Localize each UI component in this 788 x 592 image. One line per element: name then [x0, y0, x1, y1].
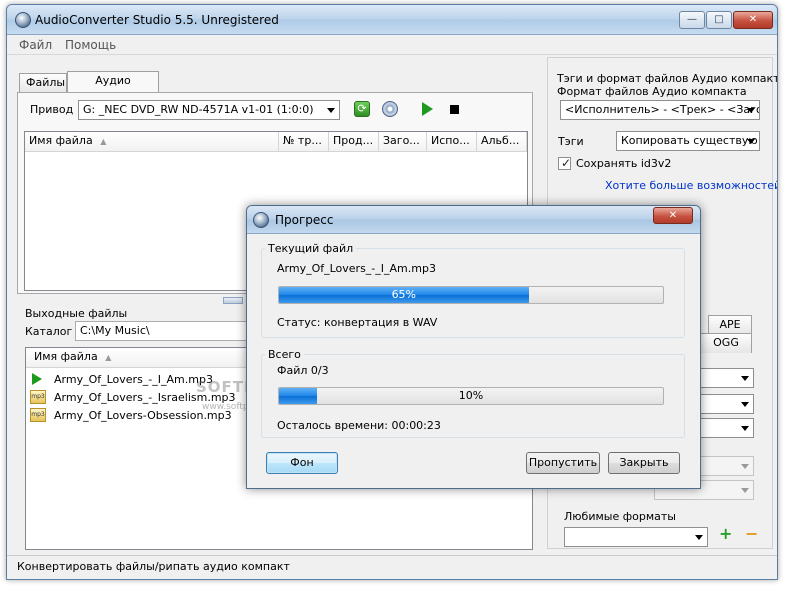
check-icon: ✓ — [561, 156, 572, 170]
close-icon: ✕ — [668, 210, 678, 221]
chevron-down-icon — [741, 488, 749, 493]
menu-file[interactable]: Файл — [19, 38, 52, 52]
favorite-formats-label: Любимые форматы — [564, 510, 676, 523]
cd-icon[interactable] — [382, 101, 398, 117]
tab-files[interactable]: Файлы — [19, 73, 67, 93]
tags-label: Тэги — [558, 135, 584, 148]
column-header-filename[interactable]: Имя файла ▲ — [25, 132, 279, 152]
format-option-select-1[interactable] — [698, 368, 754, 388]
close-dialog-button[interactable]: Закрыть — [608, 452, 680, 474]
dialog-close-button[interactable]: ✕ — [653, 207, 693, 224]
current-file-group-label: Текущий файл — [265, 242, 357, 255]
total-progress-text: 10% — [458, 389, 484, 402]
current-file-progress: 65% — [278, 286, 664, 304]
mp3-icon: mp3 — [30, 408, 46, 422]
minimize-button[interactable]: — — [679, 11, 705, 29]
dialog-title: Прогресс — [275, 213, 334, 227]
total-progress: 10% — [278, 387, 664, 405]
status-text: Конвертировать файлы/рипать аудио компак… — [17, 560, 290, 573]
tab-audio-cd[interactable]: Аудио компакт — [67, 71, 159, 105]
cd-format-heading: Формат файлов Аудио компакта — [557, 85, 747, 98]
chevron-down-icon — [741, 464, 749, 469]
background-button[interactable]: Фон — [266, 452, 338, 474]
menu-help[interactable]: Помощь — [65, 38, 116, 52]
keep-id3-label: Сохранять id3v2 — [576, 157, 672, 170]
play-icon[interactable] — [422, 102, 433, 116]
remove-format-button[interactable]: − — [745, 524, 758, 543]
chevron-down-icon — [747, 139, 755, 144]
splitter-handle[interactable] — [223, 297, 243, 304]
column-header-title[interactable]: Заго... — [379, 132, 427, 152]
column-header-duration[interactable]: Прод... — [329, 132, 379, 152]
mp3-icon: mp3 — [30, 390, 46, 404]
time-remaining: Осталось времени: 00:00:23 — [277, 419, 441, 432]
window-title: AudioConverter Studio 5.5. Unregistered — [35, 13, 279, 27]
sort-up-icon: ▲ — [105, 353, 112, 362]
favorite-formats-select[interactable] — [564, 527, 708, 547]
stop-icon[interactable] — [450, 105, 459, 114]
maximize-button[interactable]: □ — [706, 11, 732, 29]
tags-select[interactable]: Копировать существую — [616, 131, 760, 151]
app-logo-icon — [15, 12, 31, 28]
drive-label: Привод — [30, 103, 74, 116]
progress-dialog: Прогресс ✕ Текущий файл Army_Of_Lovers_-… — [246, 205, 701, 489]
maximize-icon: □ — [714, 14, 724, 25]
sort-up-icon: ▲ — [100, 137, 107, 146]
menu-bar: Файл Помощь — [7, 35, 777, 55]
close-button[interactable]: ✕ — [733, 11, 773, 29]
current-file-name: Army_Of_Lovers_-_I_Am.mp3 — [277, 262, 436, 275]
tags-format-heading: Тэги и формат файлов Аудио компакта — [557, 72, 778, 85]
total-file-count: Файл 0/3 — [277, 364, 329, 377]
column-header-album[interactable]: Альб... — [477, 132, 527, 152]
column-header-track[interactable]: № тр... — [279, 132, 329, 152]
chevron-down-icon — [741, 426, 749, 431]
chevron-down-icon — [695, 535, 703, 540]
chevron-down-icon — [747, 108, 755, 113]
column-header-artist[interactable]: Испо... — [427, 132, 477, 152]
status-bar: Конвертировать файлы/рипать аудио компак… — [7, 555, 777, 579]
close-icon: ✕ — [748, 14, 758, 25]
tab-ape[interactable]: APE — [708, 315, 752, 335]
folder-label: Каталог — [25, 325, 73, 338]
minimize-icon: — — [687, 14, 697, 25]
format-option-select-3[interactable] — [698, 418, 754, 438]
keep-id3-checkbox[interactable]: ✓ — [558, 156, 572, 170]
skip-button[interactable]: Пропустить — [526, 452, 600, 474]
add-format-button[interactable]: + — [719, 524, 732, 543]
title-bar: AudioConverter Studio 5.5. Unregistered … — [7, 5, 777, 35]
output-title: Выходные файлы — [25, 307, 128, 320]
more-features-link[interactable]: Хотите больше возможностей? — [605, 179, 777, 192]
conversion-status: Статус: конвертация в WAV — [277, 316, 438, 329]
format-option-select-4[interactable] — [698, 456, 754, 476]
drive-select-value: G: _NEC DVD_RW ND-4571A v1-01 (1:0:0) — [83, 103, 314, 116]
current-progress-text: 65% — [391, 288, 417, 301]
dialog-title-bar: Прогресс ✕ — [247, 206, 700, 234]
total-group-label: Всего — [265, 348, 304, 361]
play-icon — [32, 373, 42, 385]
tab-ogg[interactable]: OGG — [700, 333, 752, 353]
refresh-icon[interactable]: ⟳ — [354, 101, 370, 117]
name-pattern-select[interactable]: <Исполнитель> - <Трек> - <Заголо — [560, 100, 760, 120]
format-option-select-2[interactable] — [698, 394, 754, 414]
drive-select[interactable]: G: _NEC DVD_RW ND-4571A v1-01 (1:0:0) — [78, 100, 340, 120]
chevron-down-icon — [741, 376, 749, 381]
chevron-down-icon — [327, 108, 335, 113]
chevron-down-icon — [741, 402, 749, 407]
app-logo-icon — [253, 212, 269, 228]
